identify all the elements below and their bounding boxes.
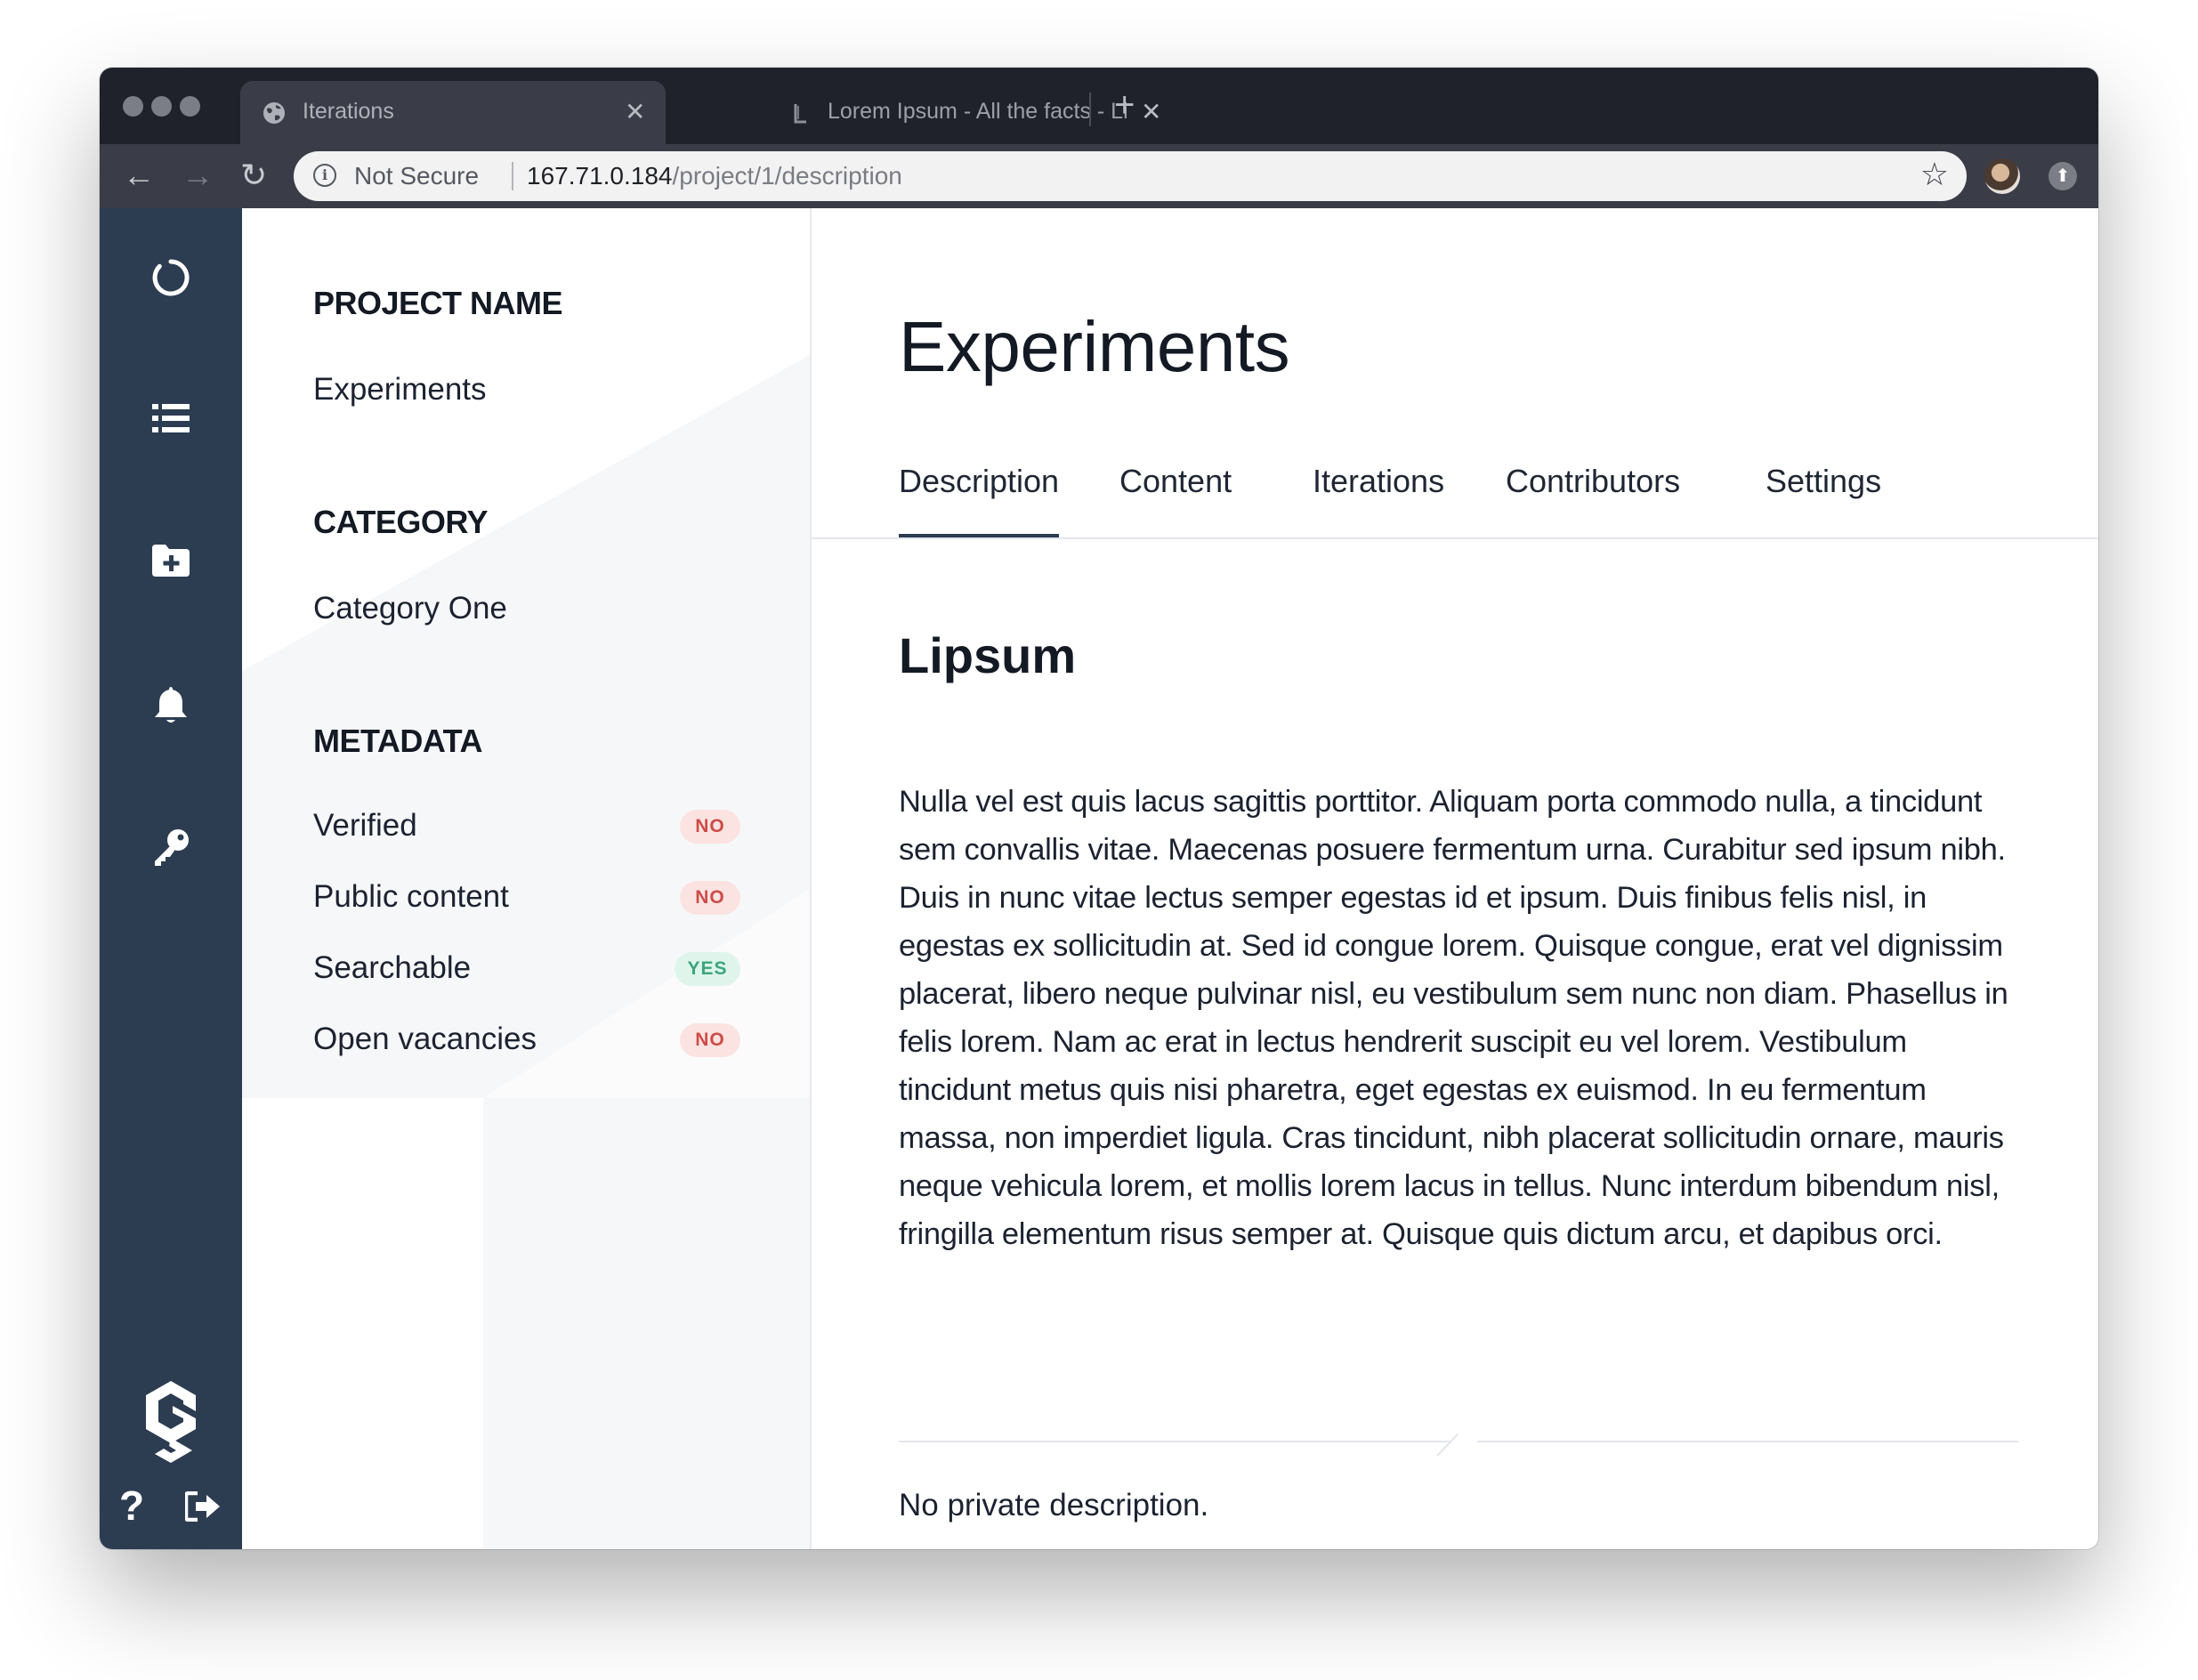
bookmark-star-icon[interactable]: ☆ [1920, 157, 1949, 192]
metadata-label: Verified [313, 808, 417, 843]
loading-icon[interactable] [151, 258, 190, 297]
page-title: Experiments [899, 307, 1290, 386]
tab-iterations[interactable]: Iterations [1313, 461, 1444, 537]
tab-settings[interactable]: Settings [1766, 461, 1881, 537]
profile-avatar[interactable] [1984, 158, 2020, 194]
logout-icon[interactable] [185, 1491, 221, 1522]
logo-icon[interactable] [142, 1379, 199, 1465]
address-bar[interactable]: i Not Secure 167.71.0.184/project/1/desc… [294, 151, 1967, 201]
window-minimize-button[interactable] [151, 96, 172, 117]
section-divider [899, 1434, 2018, 1457]
forward-arrow-icon[interactable]: → [182, 158, 214, 193]
tab-title: Lorem Ipsum - All the facts - Li [828, 99, 1128, 124]
browser-tab-iterations[interactable]: Iterations ✕ [240, 81, 666, 144]
browser-tab-bar: Iterations ✕ Lorem Ipsum - All the facts… [100, 68, 2098, 144]
private-description: No private description. [899, 1488, 1209, 1522]
reload-icon[interactable]: ↻ [240, 158, 267, 193]
sidebar-rail: ? [100, 208, 242, 1549]
project-name-heading: PROJECT NAME [313, 285, 563, 321]
bell-icon[interactable] [154, 685, 188, 724]
folder-plus-icon[interactable] [152, 545, 190, 577]
url-separator [512, 162, 513, 190]
metadata-label: Open vacancies [313, 1022, 537, 1056]
app-container: ? PROJECT NAME Experiments CATEGORY Cate… [100, 208, 2098, 1549]
url-text[interactable]: 167.71.0.184/project/1/description [527, 162, 902, 190]
category-heading: CATEGORY [313, 504, 489, 540]
description-heading: Lipsum [899, 627, 1077, 683]
metadata-label: Public content [313, 879, 509, 914]
help-icon[interactable]: ? [119, 1484, 144, 1527]
metadata-row-verified: Verified NO [313, 804, 740, 849]
back-arrow-icon[interactable]: ← [123, 158, 155, 193]
tab-close-icon[interactable]: ✕ [1141, 97, 1161, 127]
metadata-row-open-vacancies: Open vacancies NO [313, 1018, 740, 1062]
url-path: /project/1/description [672, 162, 902, 190]
globe-icon [263, 102, 285, 124]
key-icon[interactable] [151, 828, 190, 867]
tab-separator [1089, 93, 1091, 126]
browser-tab-lorem-ipsum[interactable]: Lorem Ipsum - All the facts - Li ✕ [676, 81, 1184, 144]
tab-contributors[interactable]: Contributors [1506, 461, 1680, 537]
status-badge: NO [680, 1023, 740, 1057]
tab-close-icon[interactable]: ✕ [625, 97, 645, 127]
metadata-row-public-content: Public content NO [313, 876, 740, 920]
browser-window: Iterations ✕ Lorem Ipsum - All the facts… [100, 68, 2098, 1549]
tab-content[interactable]: Content [1119, 461, 1232, 537]
info-icon[interactable]: i [313, 164, 336, 187]
content-tabs: Description Content Iterations Contribut… [812, 461, 2098, 539]
category-value: Category One [313, 591, 507, 626]
extension-upload-icon[interactable]: ⬆ [2049, 162, 2077, 190]
window-zoom-button[interactable] [180, 96, 200, 117]
browser-toolbar: ← → ↻ i Not Secure 167.71.0.184/project/… [100, 144, 2098, 208]
security-label[interactable]: Not Secure [354, 162, 479, 190]
metadata-label: Searchable [313, 950, 472, 985]
status-badge: YES [675, 952, 740, 986]
status-badge: NO [680, 881, 740, 915]
main-content: Experiments Description Content Iteratio… [812, 208, 2098, 1549]
list-icon[interactable] [152, 402, 190, 434]
lipsum-favicon-icon [794, 104, 806, 124]
window-close-button[interactable] [123, 96, 143, 117]
new-tab-icon[interactable]: + [1114, 87, 1135, 123]
status-badge: NO [680, 810, 740, 844]
project-name-value: Experiments [313, 372, 487, 407]
metadata-heading: METADATA [313, 723, 482, 759]
metadata-row-searchable: Searchable YES [313, 947, 740, 991]
url-host: 167.71.0.184 [527, 162, 673, 190]
description-body: Nulla vel est quis lacus sagittis portti… [899, 785, 2008, 1251]
project-info-panel: PROJECT NAME Experiments CATEGORY Catego… [242, 208, 812, 1549]
tab-description[interactable]: Description [899, 461, 1060, 537]
tab-title: Iterations [303, 99, 394, 124]
